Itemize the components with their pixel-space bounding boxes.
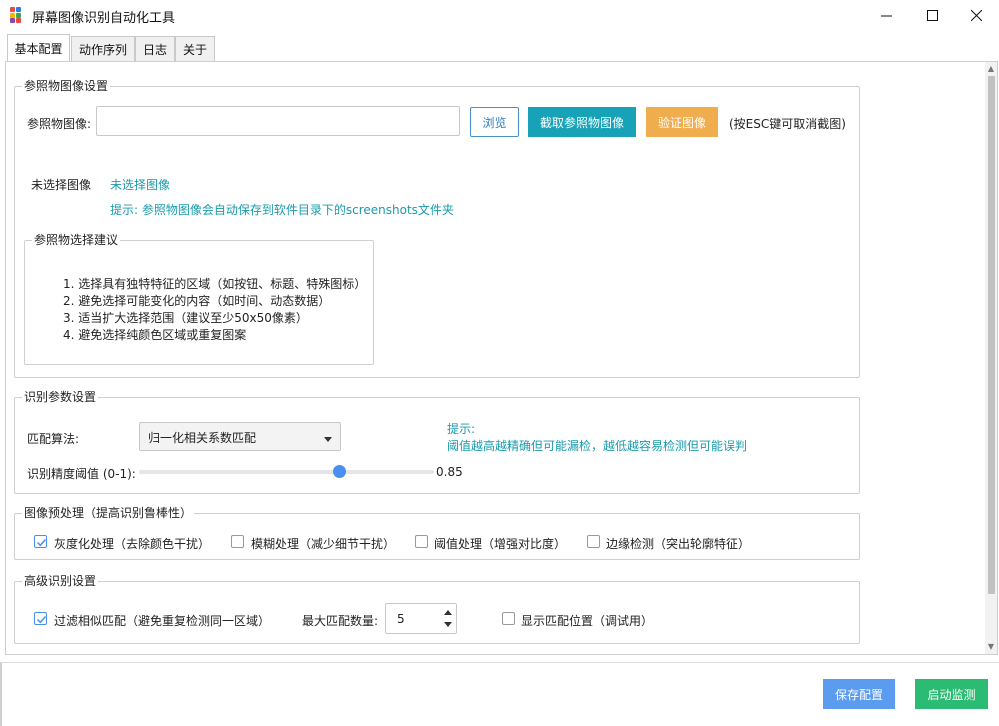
save-location-hint: 提示: 参照物图像会自动保存到软件目录下的screenshots文件夹 (110, 203, 454, 217)
vertical-scrollbar[interactable]: ▲ ▼ (985, 62, 997, 654)
show-positions-label[interactable]: 显示匹配位置（调试用） (521, 612, 653, 629)
preprocess-group: 图像预处理（提高识别鲁棒性） 灰度化处理（去除颜色干扰） 模糊处理（减少细节干扰… (14, 505, 860, 560)
verify-image-button[interactable]: 验证图像 (646, 107, 718, 137)
scroll-down-icon[interactable]: ▼ (987, 642, 995, 652)
algorithm-select-value: 归一化相关系数匹配 (148, 431, 257, 445)
title-bar: 屏幕图像识别自动化工具 (0, 0, 999, 30)
scroll-up-icon[interactable]: ▲ (987, 64, 995, 74)
max-matches-value: 5 (397, 612, 405, 626)
tab-about[interactable]: 关于 (175, 36, 215, 62)
threshold-process-label[interactable]: 阈值处理（增强对比度） (434, 535, 566, 552)
minimize-icon (880, 15, 892, 16)
save-config-button[interactable]: 保存配置 (823, 679, 895, 709)
edge-detect-label[interactable]: 边缘检测（突出轮廓特征） (606, 535, 750, 552)
algorithm-select[interactable]: 归一化相关系数匹配 (139, 422, 341, 451)
window-title: 屏幕图像识别自动化工具 (32, 11, 176, 26)
threshold-tip-text: 阈值越高越精确但可能漏检，越低越容易检测但可能误判 (447, 439, 748, 453)
advice-item: 4. 避免选择纯颜色区域或重复图案 (63, 328, 247, 342)
show-positions-checkbox[interactable] (502, 612, 515, 625)
threshold-value: 0.85 (436, 465, 463, 479)
reference-group-title: 参照物图像设置 (22, 78, 111, 94)
tab-basic-config[interactable]: 基本配置 (7, 34, 70, 62)
grayscale-checkbox[interactable] (34, 535, 47, 548)
basic-config-pane: ▲ ▼ 参照物图像设置 参照物图像: 浏览 截取参照物图像 验证图像 (按ESC… (5, 61, 998, 655)
capture-reference-button[interactable]: 截取参照物图像 (528, 107, 636, 137)
spin-down-icon[interactable] (444, 622, 452, 627)
algorithm-label: 匹配算法: (27, 432, 80, 446)
reference-image-path-input[interactable] (96, 106, 460, 136)
blur-label[interactable]: 模糊处理（减少细节干扰） (251, 535, 395, 552)
esc-hint: (按ESC键可取消截图) (729, 117, 846, 131)
close-button[interactable] (953, 0, 999, 30)
max-matches-label: 最大匹配数量: (302, 614, 379, 628)
recognition-group-title: 识别参数设置 (22, 389, 99, 405)
tab-log[interactable]: 日志 (135, 36, 175, 62)
minimize-button[interactable] (863, 0, 909, 30)
preprocess-group-title: 图像预处理（提高识别鲁棒性） (22, 505, 195, 521)
maximize-icon (926, 9, 938, 21)
browse-button[interactable]: 浏览 (470, 107, 519, 137)
footer-divider (0, 662, 999, 663)
image-preview-status: 未选择图像 (110, 178, 171, 192)
edge-detect-checkbox[interactable] (587, 535, 600, 548)
image-preview-label: 未选择图像 (31, 178, 92, 192)
tab-bar: 基本配置 动作序列 日志 关于 (0, 34, 999, 62)
grayscale-label[interactable]: 灰度化处理（去除颜色干扰） (54, 535, 210, 552)
threshold-slider-fill (139, 470, 339, 474)
reference-image-group: 参照物图像设置 参照物图像: 浏览 截取参照物图像 验证图像 (按ESC键可取消… (14, 78, 860, 378)
advanced-settings-group: 高级识别设置 过滤相似匹配（避免重复检测同一区域） 最大匹配数量: 5 显示匹配… (14, 573, 860, 644)
check-icon (36, 538, 47, 547)
reference-image-label: 参照物图像: (27, 117, 92, 131)
threshold-slider-handle[interactable] (332, 465, 346, 478)
chevron-down-icon (324, 437, 332, 442)
spin-arrows[interactable] (443, 608, 453, 630)
blur-checkbox[interactable] (231, 535, 244, 548)
app-grid-icon (10, 7, 26, 23)
start-monitor-button[interactable]: 启动监测 (915, 679, 988, 709)
spin-up-icon[interactable] (444, 610, 452, 615)
max-matches-spinbox[interactable]: 5 (385, 603, 457, 634)
filter-similar-checkbox[interactable] (34, 612, 47, 625)
close-icon (970, 9, 982, 21)
recognition-params-group: 识别参数设置 匹配算法: 归一化相关系数匹配 识别精度阈值 (0-1): 0.8… (14, 389, 860, 494)
footer-edge (0, 663, 2, 726)
advice-item: 1. 选择具有独特特征的区域（如按钮、标题、特殊图标） (63, 277, 367, 291)
maximize-button[interactable] (909, 0, 955, 30)
threshold-tip-title: 提示: (447, 422, 476, 436)
check-icon (36, 615, 47, 624)
advice-item: 3. 适当扩大选择范围（建议至少50x50像素） (63, 311, 308, 325)
scroll-thumb[interactable] (988, 76, 995, 594)
advice-group-title: 参照物选择建议 (32, 232, 121, 248)
advice-item: 2. 避免选择可能变化的内容（如时间、动态数据） (63, 294, 331, 308)
filter-similar-label[interactable]: 过滤相似匹配（避免重复检测同一区域） (54, 612, 270, 629)
threshold-process-checkbox[interactable] (415, 535, 428, 548)
advanced-group-title: 高级识别设置 (22, 573, 99, 589)
tab-action-sequence[interactable]: 动作序列 (71, 36, 135, 62)
threshold-label: 识别精度阈值 (0-1): (27, 467, 136, 481)
reference-advice-group: 参照物选择建议 1. 选择具有独特特征的区域（如按钮、标题、特殊图标） 2. 避… (24, 232, 374, 365)
threshold-slider[interactable] (139, 470, 434, 474)
